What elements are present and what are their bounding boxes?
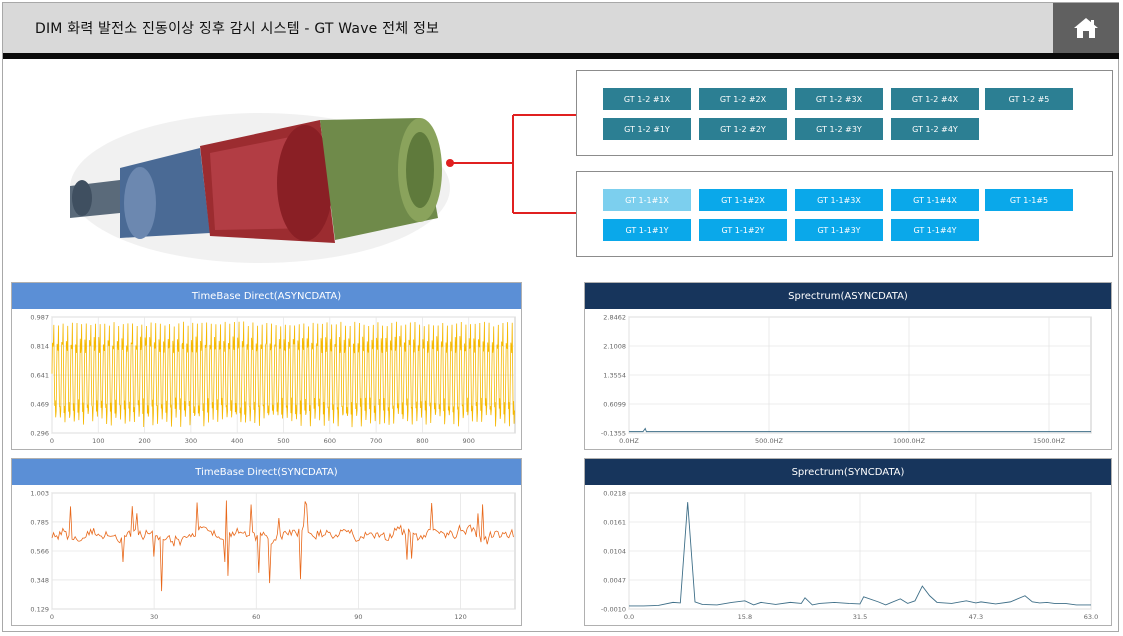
page-title: DIM 화력 발전소 진동이상 징후 감시 시스템 - GT Wave 전체 정… bbox=[35, 21, 440, 37]
gt11-sensor-group: GT 1-1#1X GT 1-1#2X GT 1-1#3X GT 1-1#4X … bbox=[576, 171, 1113, 257]
y-tick-label: 0.296 bbox=[30, 430, 49, 438]
x-tick-label: 0 bbox=[50, 613, 54, 621]
spectrum-sync-chart: 0.0218 0.0161 0.0104 0.0047 -0.00100.0 15.8 31… bbox=[601, 490, 1098, 622]
x-tick-label: 60 bbox=[252, 613, 260, 621]
x-tick-label: 120 bbox=[454, 613, 466, 621]
x-tick-label: 0.0HZ bbox=[619, 437, 639, 445]
x-tick-label: 600 bbox=[324, 437, 336, 445]
x-tick-label: 200 bbox=[138, 437, 150, 445]
y-tick-label: 0.469 bbox=[30, 400, 49, 408]
home-icon bbox=[1074, 18, 1098, 38]
y-tick-label: 2.1008 bbox=[603, 342, 626, 350]
timebase-sync-title: TimeBase Direct(SYNCDATA) bbox=[12, 459, 521, 485]
sensor-gt12-4x[interactable]: GT 1-2 #4X bbox=[891, 88, 979, 110]
x-tick-label: 0.0 bbox=[624, 613, 634, 621]
sensor-gt11-1y[interactable]: GT 1-1#1Y bbox=[603, 219, 691, 241]
y-tick-label: 0.6099 bbox=[603, 401, 626, 409]
y-tick-label: 0.0104 bbox=[603, 548, 626, 556]
timebase-async-title: TimeBase Direct(ASYNCDATA) bbox=[12, 283, 521, 309]
sensor-gt12-2x[interactable]: GT 1-2 #2X bbox=[699, 88, 787, 110]
sensor-gt12-5[interactable]: GT 1-2 #5 bbox=[985, 88, 1073, 110]
x-tick-label: 90 bbox=[354, 613, 362, 621]
y-tick-label: 0.987 bbox=[30, 314, 49, 322]
y-tick-label: 2.8462 bbox=[603, 314, 626, 322]
sensor-gt11-3x[interactable]: GT 1-1#3X bbox=[795, 189, 883, 211]
y-tick-label: 0.814 bbox=[30, 343, 49, 351]
x-tick-label: 1000.0HZ bbox=[893, 437, 926, 445]
timebase-sync-chart: 1.003 0.785 0.566 0.348 0.1290 30 60 90 120 bbox=[30, 490, 516, 621]
sensor-gt12-3x[interactable]: GT 1-2 #3X bbox=[795, 88, 883, 110]
x-tick-label: 100 bbox=[92, 437, 104, 445]
y-tick-label: 0.129 bbox=[30, 606, 49, 614]
header-bar: DIM 화력 발전소 진동이상 징후 감시 시스템 - GT Wave 전체 정… bbox=[3, 3, 1119, 59]
x-tick-label: 47.3 bbox=[969, 613, 983, 621]
y-tick-label: 0.0161 bbox=[603, 519, 626, 527]
y-tick-label: 1.003 bbox=[30, 490, 49, 498]
x-tick-label: 0 bbox=[50, 437, 54, 445]
y-tick-label: 0.0047 bbox=[603, 577, 626, 585]
sensor-gt11-2y[interactable]: GT 1-1#2Y bbox=[699, 219, 787, 241]
sensor-gt12-4y[interactable]: GT 1-2 #4Y bbox=[891, 118, 979, 140]
timebase-async-chart: 0.987 0.814 0.641 0.469 0.2960 100 200 300 400 50… bbox=[30, 314, 516, 445]
sensor-gt11-3y[interactable]: GT 1-1#3Y bbox=[795, 219, 883, 241]
sensor-gt12-1x[interactable]: GT 1-2 #1X bbox=[603, 88, 691, 110]
gt12-sensor-group: GT 1-2 #1X GT 1-2 #2X GT 1-2 #3X GT 1-2 … bbox=[576, 70, 1113, 156]
spectrum-async-panel: Sprectrum(ASYNCDATA) 2.8462 2.1008 1.3554 0… bbox=[584, 282, 1112, 450]
x-tick-label: 500 bbox=[277, 437, 289, 445]
y-tick-label: 1.3554 bbox=[603, 371, 626, 379]
sensor-gt11-4x[interactable]: GT 1-1#4X bbox=[891, 189, 979, 211]
spectrum-async-chart: 2.84622.10081.35540.6099-0.13550.0HZ 500.… bbox=[601, 314, 1092, 445]
gas-turbine-illustration bbox=[70, 113, 450, 263]
sensor-gt12-1y[interactable]: GT 1-2 #1Y bbox=[603, 118, 691, 140]
x-tick-label: 500.0HZ bbox=[755, 437, 783, 445]
timebase-async-panel: TimeBase Direct(ASYNCDATA) 0.987 0.814 0.6… bbox=[11, 282, 522, 450]
y-tick-label: -0.0010 bbox=[601, 606, 626, 614]
sensor-gt12-3y[interactable]: GT 1-2 #3Y bbox=[795, 118, 883, 140]
timebase-sync-panel: TimeBase Direct(SYNCDATA) 1.003 0.785 0.56… bbox=[11, 458, 522, 626]
x-tick-label: 63.0 bbox=[1084, 613, 1098, 621]
y-tick-label: 0.566 bbox=[30, 548, 49, 556]
spectrum-sync-panel: Sprectrum(SYNCDATA) 0.0218 0.0161 0.0104 0.… bbox=[584, 458, 1112, 626]
y-tick-label: 0.0218 bbox=[603, 490, 626, 498]
x-tick-label: 1500.0HZ bbox=[1033, 437, 1066, 445]
x-tick-label: 800 bbox=[416, 437, 428, 445]
x-tick-label: 900 bbox=[462, 437, 474, 445]
sensor-connector bbox=[446, 114, 577, 214]
sensor-gt12-2y[interactable]: GT 1-2 #2Y bbox=[699, 118, 787, 140]
x-tick-label: 30 bbox=[150, 613, 158, 621]
x-tick-label: 31.5 bbox=[853, 613, 867, 621]
spectrum-sync-title: Sprectrum(SYNCDATA) bbox=[585, 459, 1111, 485]
sensor-gt11-4y[interactable]: GT 1-1#4Y bbox=[891, 219, 979, 241]
y-tick-label: 0.785 bbox=[30, 518, 49, 526]
sensor-gt11-2x[interactable]: GT 1-1#2X bbox=[699, 189, 787, 211]
x-tick-label: 300 bbox=[185, 437, 197, 445]
y-tick-label: 0.348 bbox=[30, 576, 49, 584]
sensor-gt11-5[interactable]: GT 1-1#5 bbox=[985, 189, 1073, 211]
x-tick-label: 15.8 bbox=[738, 613, 752, 621]
x-tick-label: 400 bbox=[231, 437, 243, 445]
home-button[interactable] bbox=[1053, 3, 1119, 53]
x-tick-label: 700 bbox=[370, 437, 382, 445]
spectrum-async-title: Sprectrum(ASYNCDATA) bbox=[585, 283, 1111, 309]
sensor-gt11-1x[interactable]: GT 1-1#1X bbox=[603, 189, 691, 211]
y-tick-label: 0.641 bbox=[30, 372, 49, 380]
